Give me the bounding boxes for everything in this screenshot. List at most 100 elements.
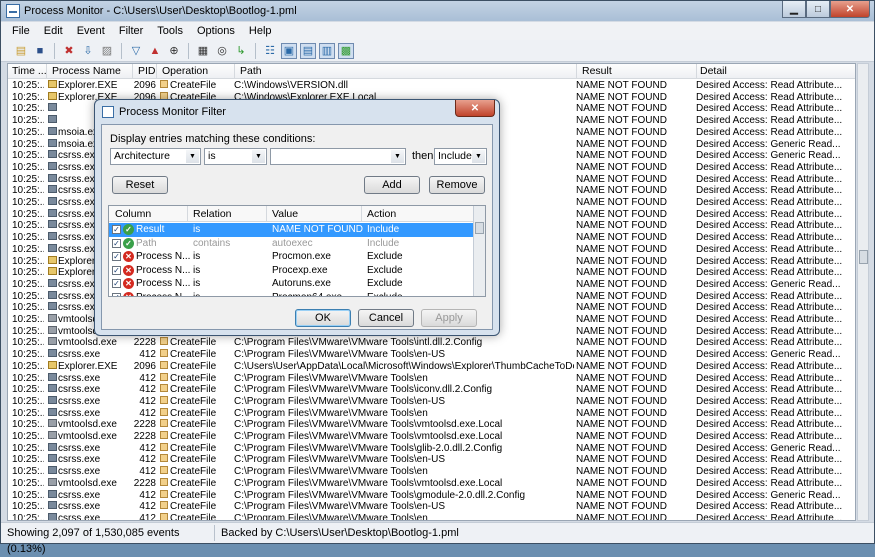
registry-activity-icon[interactable]: ▣ bbox=[281, 42, 297, 59]
column-detail[interactable]: Detail bbox=[700, 65, 727, 77]
minimize-icon[interactable]: ▁ bbox=[782, 1, 806, 18]
filter-row[interactable]: ✓ ✕ Process N... is Autoruns.exe Exclude bbox=[109, 277, 473, 291]
cancel-button[interactable]: Cancel bbox=[358, 309, 414, 327]
add-button[interactable]: Add bbox=[364, 176, 420, 194]
column-path[interactable]: Path bbox=[240, 65, 262, 77]
clear-icon[interactable]: ▨ bbox=[99, 43, 115, 59]
column-time[interactable]: Time ... bbox=[12, 65, 47, 77]
column-divider[interactable] bbox=[132, 64, 133, 79]
relation-select[interactable]: is ▼ bbox=[204, 148, 267, 165]
filter-row[interactable]: ✓ ✓ Path contains autoexec Include bbox=[109, 237, 473, 251]
remove-button[interactable]: Remove bbox=[429, 176, 485, 194]
column-divider[interactable] bbox=[156, 64, 157, 79]
column-operation[interactable]: Operation bbox=[162, 65, 208, 77]
table-row[interactable]: 10:25:... csrss.exe 412 CreateFile C:\Progra… bbox=[8, 372, 855, 385]
column-divider[interactable] bbox=[187, 206, 188, 221]
filter-col-column[interactable]: Column bbox=[115, 208, 151, 220]
find-icon[interactable]: ◎ bbox=[214, 43, 230, 59]
file-operation-icon bbox=[160, 431, 168, 439]
close-icon[interactable]: ✕ bbox=[830, 1, 870, 18]
filter-col-action[interactable]: Action bbox=[367, 208, 396, 220]
table-row[interactable]: 10:25:... csrss.exe 412 CreateFile C:\Progra… bbox=[8, 489, 855, 502]
file-operation-icon bbox=[160, 501, 168, 510]
column-divider[interactable] bbox=[576, 64, 577, 79]
ok-button[interactable]: OK bbox=[295, 309, 351, 327]
jump-icon[interactable]: ↳ bbox=[233, 43, 249, 59]
table-row[interactable]: 10:25:... csrss.exe 412 CreateFile C:\Progra… bbox=[8, 466, 855, 478]
table-row[interactable]: 10:25:... csrss.exe 412 CreateFile C:\Progra… bbox=[8, 501, 855, 513]
capture-icon[interactable]: ✖ bbox=[61, 43, 77, 59]
cell-operation: CreateFile bbox=[170, 489, 217, 501]
reset-button[interactable]: Reset bbox=[112, 176, 168, 194]
network-activity-icon[interactable]: ▥ bbox=[319, 42, 335, 59]
column-divider[interactable] bbox=[46, 64, 47, 79]
column-divider[interactable] bbox=[361, 206, 362, 221]
column-select[interactable]: Architecture ▼ bbox=[110, 148, 201, 165]
menu-filter[interactable]: Filter bbox=[112, 25, 150, 37]
process-icon bbox=[48, 208, 57, 217]
filter-list-scrollbar[interactable] bbox=[473, 206, 485, 296]
action-select[interactable]: Include ▼ bbox=[434, 148, 487, 165]
menu-help[interactable]: Help bbox=[242, 25, 279, 37]
include-process-icon[interactable]: ⊕ bbox=[166, 43, 182, 59]
table-row[interactable]: 10:25:... vmtoolsd.exe 2228 CreateFile C:\Pr… bbox=[8, 419, 855, 431]
table-row[interactable]: 10:25:... csrss.exe 412 CreateFile C:\Progra… bbox=[8, 454, 855, 466]
apply-button[interactable]: Apply bbox=[421, 309, 477, 327]
process-tree-icon[interactable]: ☷ bbox=[262, 43, 278, 59]
filter-enabled-checkbox[interactable]: ✓ bbox=[112, 225, 121, 234]
filter-enabled-checkbox[interactable]: ✓ bbox=[112, 279, 121, 288]
save-icon[interactable]: ■ bbox=[32, 43, 48, 59]
table-row[interactable]: 10:25:... csrss.exe 412 CreateFile C:\Progra… bbox=[8, 442, 855, 455]
filter-row[interactable]: ✓ ✕ Process N... is Procmon64.exe Exclude bbox=[109, 291, 473, 296]
filter-enabled-checkbox[interactable]: ✓ bbox=[112, 252, 121, 261]
cell-path: C:\Program Files\VMware\VMware Tools\en-… bbox=[234, 395, 445, 407]
filter-row[interactable]: ✓ ✕ Process N... is Procexp.exe Exclude bbox=[109, 264, 473, 278]
filter-icon[interactable]: ▽ bbox=[128, 43, 144, 59]
properties-icon[interactable]: ▦ bbox=[195, 43, 211, 59]
table-row[interactable]: 10:25:... Explorer.EXE 2096 CreateFile C:\Us… bbox=[8, 360, 855, 373]
table-row[interactable]: 10:25:... csrss.exe 412 CreateFile C:\Progra… bbox=[8, 512, 855, 520]
table-row[interactable]: 10:25:... Explorer.EXE 2096 CreateFile C:\Wi… bbox=[8, 80, 855, 92]
value-input[interactable]: ▼ bbox=[270, 148, 406, 165]
scrollbar-thumb[interactable] bbox=[859, 250, 868, 264]
filter-row[interactable]: ✓ ✓ Result is NAME NOT FOUND Include bbox=[109, 223, 473, 237]
cell-time: 10:25:... bbox=[12, 477, 44, 489]
scrollbar-thumb[interactable] bbox=[475, 222, 484, 234]
filter-cell-action: Exclude bbox=[367, 264, 403, 276]
cell-pid: 412 bbox=[139, 372, 156, 384]
file-activity-icon[interactable]: ▤ bbox=[300, 42, 316, 59]
maximize-icon[interactable]: □ bbox=[806, 1, 830, 18]
column-process-name[interactable]: Process Name bbox=[52, 65, 121, 77]
column-result[interactable]: Result bbox=[582, 65, 612, 77]
autoscroll-icon[interactable]: ⇩ bbox=[80, 43, 96, 59]
filter-col-relation[interactable]: Relation bbox=[193, 208, 232, 220]
filter-enabled-checkbox[interactable]: ✓ bbox=[112, 292, 121, 296]
filter-col-value[interactable]: Value bbox=[272, 208, 298, 220]
column-divider[interactable] bbox=[234, 64, 235, 79]
table-row[interactable]: 10:25:... csrss.exe 412 CreateFile C:\Progra… bbox=[8, 384, 855, 396]
column-divider[interactable] bbox=[696, 64, 697, 79]
menu-options[interactable]: Options bbox=[190, 25, 242, 37]
close-icon[interactable]: ✕ bbox=[455, 100, 495, 117]
menu-event[interactable]: Event bbox=[70, 25, 112, 37]
filter-enabled-checkbox[interactable]: ✓ bbox=[112, 238, 121, 248]
table-row[interactable]: 10:25:... csrss.exe 412 CreateFile C:\Progra… bbox=[8, 395, 855, 408]
open-icon[interactable]: ▤ bbox=[13, 43, 29, 59]
table-row[interactable]: 10:25:... vmtoolsd.exe 2228 CreateFile C:\Pr… bbox=[8, 337, 855, 349]
menu-file[interactable]: File bbox=[5, 25, 37, 37]
column-pid[interactable]: PID bbox=[138, 65, 156, 77]
table-row[interactable]: 10:25:... csrss.exe 412 CreateFile C:\Progra… bbox=[8, 407, 855, 420]
table-row[interactable]: 10:25:... vmtoolsd.exe 2228 CreateFile C:\Pr… bbox=[8, 431, 855, 443]
table-row[interactable]: 10:25:... vmtoolsd.exe 2228 CreateFile C:\Pr… bbox=[8, 477, 855, 490]
process-activity-icon[interactable]: ▩ bbox=[338, 42, 354, 59]
column-divider[interactable] bbox=[266, 206, 267, 221]
vertical-scrollbar[interactable] bbox=[857, 63, 869, 521]
filter-row[interactable]: ✓ ✕ Process N... is Procmon.exe Exclude bbox=[109, 250, 473, 264]
filter-enabled-checkbox[interactable]: ✓ bbox=[112, 265, 121, 275]
menu-tools[interactable]: Tools bbox=[150, 25, 190, 37]
table-row[interactable]: 10:25:... csrss.exe 412 CreateFile C:\Progra… bbox=[8, 349, 855, 361]
highlight-icon[interactable]: ▲ bbox=[147, 43, 163, 59]
cell-time: 10:25:... bbox=[12, 126, 44, 138]
menu-edit[interactable]: Edit bbox=[37, 25, 70, 37]
cell-pid: 2096 bbox=[133, 360, 156, 372]
